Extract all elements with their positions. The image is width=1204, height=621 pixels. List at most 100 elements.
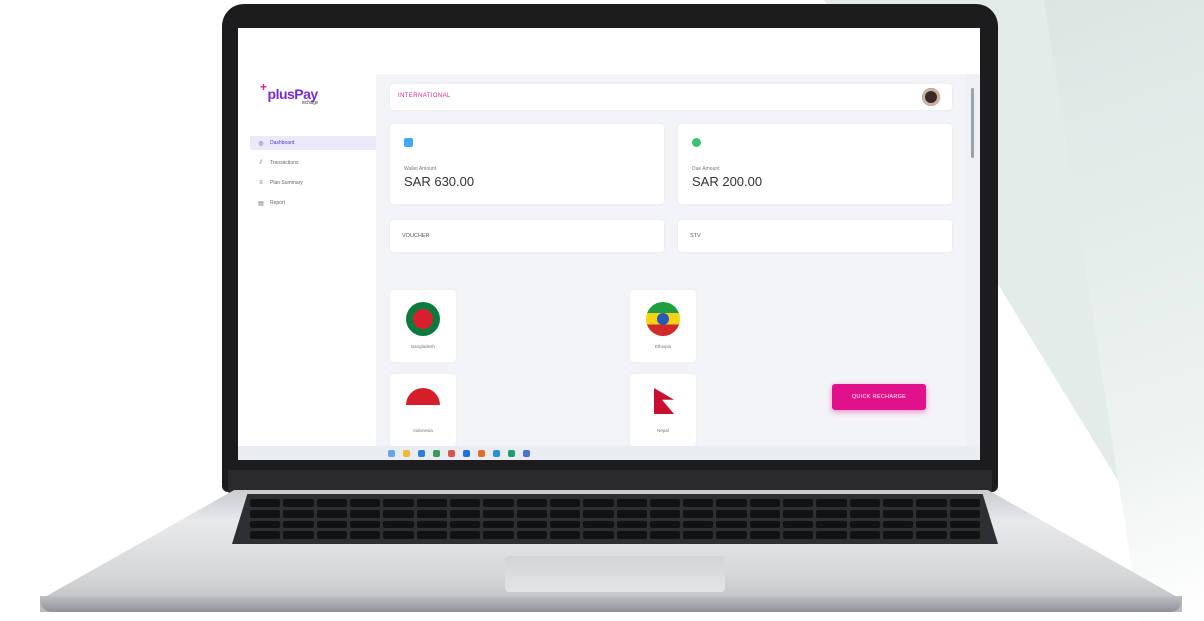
taskbar-app-icon[interactable] [433,449,440,457]
quick-recharge-button[interactable]: QUICK RECHARGE [832,384,926,410]
taskbar-app-icon[interactable] [418,449,425,457]
sidebar-item-label: Report [270,200,286,206]
keyboard-key [283,509,314,518]
country-bangladesh[interactable]: Bangladesh [390,290,456,362]
country-ethiopia[interactable]: Ethiopia [630,290,696,362]
keyboard-key [616,531,647,539]
report-icon: ▤ [258,200,264,207]
taskbar-app-icon[interactable] [463,449,470,457]
keyboard-key [516,531,547,539]
keyboard-key [250,531,281,539]
tab-label: STV [690,233,701,239]
keyboard-key [283,499,314,507]
keyboard-key [716,509,747,518]
keyboard-key [283,531,314,539]
keyboard-key [683,499,714,507]
keyboard-key [816,531,847,539]
keyboard-key [883,531,914,539]
keyboard-key [949,531,980,539]
taskbar-app-icon[interactable] [403,449,410,457]
sidebar-item-label: Transactions [270,160,299,166]
keyboard-key [349,509,381,518]
sidebar-item-report[interactable]: ▤ Report [250,196,376,210]
bangladesh-flag-icon [406,302,440,336]
keyboard-key [616,499,647,507]
keyboard-key [516,509,547,518]
scrollbar[interactable] [966,74,980,458]
keyboard-key [783,531,814,539]
sidebar-item-transactions[interactable]: ⫽ Transactions [250,156,376,170]
keyboard-key [883,509,914,518]
dashboard-icon: ◎ [258,140,264,147]
due-icon [692,138,701,147]
tab-voucher[interactable]: VOUCHER [390,220,664,252]
top-bar: INTERNATIONAL [390,84,952,110]
keyboard-key [349,520,381,529]
sidebar-item-dashboard[interactable]: ◎ Dashboard [250,136,380,156]
taskbar-app-icon[interactable] [523,449,530,457]
keyboard-key [449,520,481,529]
list-icon: ≡ [259,180,263,186]
chart-icon: ⫽ [259,159,263,166]
country-name: Nepal [657,428,669,433]
sidebar-nav: ◎ Dashboard ⫽ Transactions ≡ Plan Summar… [250,136,380,216]
keyboard-key [949,509,980,518]
keyboard-key [749,520,781,529]
keyboard-key [916,520,947,529]
keyboard-key [649,509,681,518]
keyboard-key [416,509,447,518]
sidebar-item-label: Dashboard [270,140,295,146]
card-label: Wallet Amount [404,166,437,172]
scrollbar-thumb[interactable] [971,88,974,158]
sidebar-item-label: Plan Summary [270,180,303,186]
keyboard-key [616,520,647,529]
sidebar-item-plan-summary[interactable]: ≡ Plan Summary [250,176,376,190]
keyboard-key [516,520,547,529]
taskbar-app-icon[interactable] [508,449,515,457]
wallet-icon [404,138,413,147]
main-content: INTERNATIONAL Wallet Amount SAR 630.00 D… [376,74,966,458]
keyboard-key [716,520,747,529]
country-indonesia[interactable]: Indonesia [390,374,456,446]
keyboard-key [649,531,681,539]
taskbar-app-icon[interactable] [388,449,395,457]
keyboard-key [349,531,381,539]
keyboard-key [583,509,614,518]
keyboard-key [683,509,714,518]
keyboard-key [783,499,814,507]
keyboard-key [716,531,747,539]
keyboard-key [383,531,414,539]
due-amount-card: Due Amount SAR 200.00 [678,124,952,204]
keyboard-key [449,499,481,507]
sidebar: +plusPay recharge ◎ Dashboard ⫽ Transact… [238,28,380,458]
keyboard-key [849,509,881,518]
keyboard-key [250,499,281,507]
keyboard-key [316,499,347,507]
keyboard-key [783,509,814,518]
keyboard-key [949,499,980,507]
keyboard-key [383,520,414,529]
tab-stv[interactable]: STV [678,220,952,252]
keyboard-key [283,520,314,529]
avatar[interactable] [922,88,940,106]
keyboard-key [616,509,647,518]
nepal-flag-icon [654,388,674,414]
country-nepal[interactable]: Nepal [630,374,696,446]
taskbar-app-icon[interactable] [448,449,455,457]
keyboard-key [849,499,881,507]
keyboard-key [483,531,514,539]
keyboard-key [583,499,614,507]
keyboard-key [416,499,447,507]
taskbar-app-icon[interactable] [478,449,485,457]
card-value: SAR 200.00 [692,174,763,189]
keyboard-key [483,520,514,529]
keyboard-key [816,499,847,507]
laptop-keyboard [232,494,998,544]
keyboard-key [849,531,881,539]
keyboard-key [349,499,381,507]
keyboard-key [749,499,781,507]
country-name: Bangladesh [411,344,435,349]
keyboard-key [916,509,947,518]
keyboard-key [383,499,414,507]
taskbar-app-icon[interactable] [493,449,500,457]
